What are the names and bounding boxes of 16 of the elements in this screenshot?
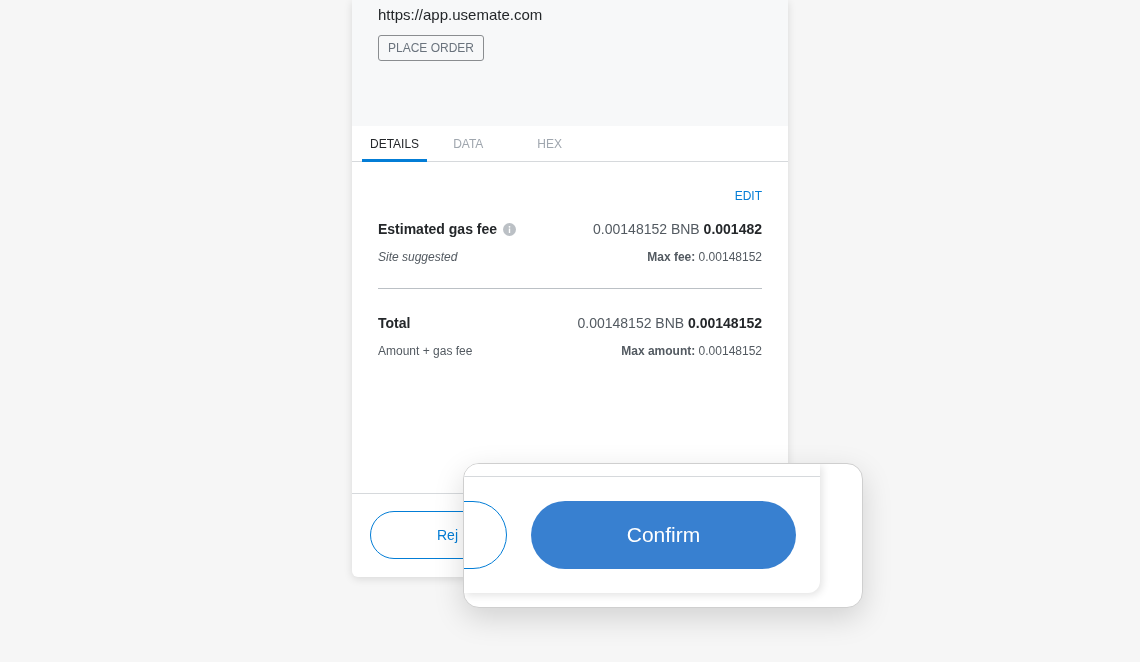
row-label: Total — [378, 314, 411, 333]
row-note: Site suggested — [378, 249, 458, 266]
origin-url: https://app.usemate.com — [378, 5, 543, 25]
method-badge: PLACE ORDER — [378, 34, 485, 61]
fee-value: 0.00148152 BNB 0.001482 — [593, 220, 762, 239]
row-note: Amount + gas fee — [378, 343, 473, 360]
edit-link[interactable]: EDIT — [734, 187, 762, 205]
max-value: Max fee: 0.00148152 — [647, 249, 762, 266]
tab[interactable]: DETAILS — [362, 126, 428, 162]
fee-value: 0.00148152 BNB 0.00148152 — [577, 314, 762, 333]
info-icon[interactable] — [503, 223, 517, 236]
row-label: Estimated gas fee — [378, 220, 498, 239]
tab[interactable]: DATA — [437, 126, 500, 162]
max-value: Max amount: 0.00148152 — [621, 343, 762, 360]
tab[interactable]: HEX — [521, 126, 579, 162]
confirm-button[interactable]: Confirm — [531, 501, 796, 569]
